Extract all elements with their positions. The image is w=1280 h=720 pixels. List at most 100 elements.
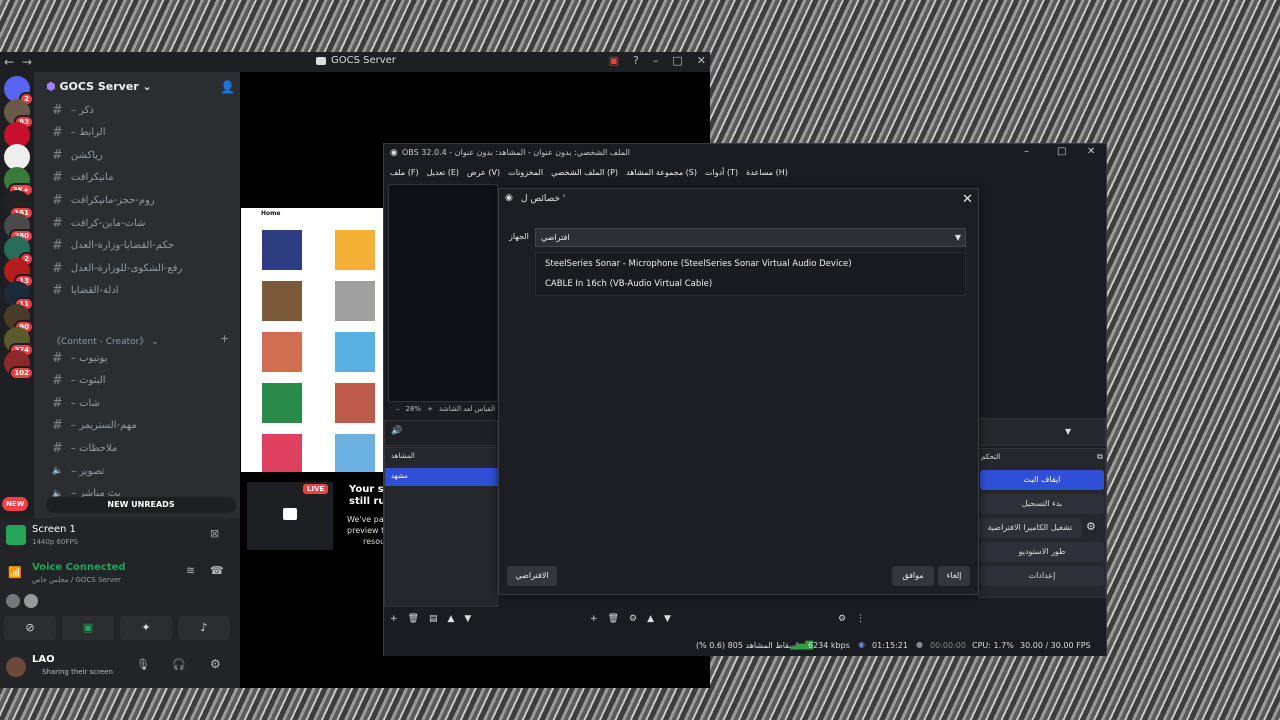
zoom-bar: – 28% + القياس لعد الشاشة — [388, 402, 498, 416]
delete-source-icon[interactable]: 🗑 — [608, 614, 619, 630]
close-icon[interactable]: ✕ — [1087, 146, 1095, 157]
ok-button[interactable]: موافق — [892, 566, 934, 586]
filter-icon[interactable]: ▤ — [429, 614, 438, 630]
minimize-icon[interactable]: – — [1024, 146, 1029, 157]
screen-share-thumb-icon — [6, 525, 26, 545]
channel-label: رفع-الشكوى-للوزارة-العدل — [70, 262, 183, 274]
participant-avatar[interactable] — [24, 594, 38, 608]
disconnect-icon[interactable]: ☎ — [210, 564, 224, 577]
move-down-icon[interactable]: ▼ — [664, 614, 671, 630]
move-up-icon[interactable]: ▲ — [448, 614, 455, 630]
forward-arrow-icon[interactable]: → — [18, 55, 36, 69]
zoom-out-icon[interactable]: – — [396, 405, 400, 413]
stop-share-icon[interactable]: ⊠ — [210, 527, 219, 540]
menu-item[interactable]: عرض (V) — [467, 168, 500, 177]
channel-item[interactable]: # – يوتيوب — [52, 348, 232, 368]
add-scene-icon[interactable]: + — [390, 614, 398, 630]
channel-label: ادلة-القضايا — [70, 285, 119, 297]
add-user-icon[interactable]: 👤 — [220, 80, 235, 94]
add-source-icon[interactable]: + — [590, 614, 598, 630]
control-button[interactable]: ايقاف البث — [980, 470, 1104, 490]
channel-item[interactable]: # – ملاحظات — [52, 438, 232, 458]
maximize-icon[interactable]: □ — [1057, 146, 1066, 157]
guild-icon[interactable]: 83 — [4, 98, 34, 129]
channel-item[interactable]: # – البثوث — [52, 371, 232, 391]
virtual-camera-settings-icon[interactable]: ⚙ — [1086, 520, 1096, 533]
mixer-settings-icon[interactable]: ⚙ — [838, 614, 846, 630]
server-name-header[interactable]: ⬢ GOCS Server ⌄ — [46, 80, 152, 93]
back-arrow-icon[interactable]: ← — [0, 55, 18, 69]
channel-item[interactable]: # رياكشن — [52, 145, 232, 165]
soundboard-icon[interactable]: ♪ — [178, 616, 230, 640]
channel-item[interactable]: # – مهم-الستريمر — [52, 416, 232, 436]
more-icon[interactable]: ⋮ — [856, 614, 865, 630]
control-button[interactable]: تشغيل الكاميرا الافتراضية — [978, 518, 1082, 538]
guild-icon[interactable]: 102 — [4, 349, 34, 380]
user-name[interactable]: LAO — [32, 654, 55, 665]
help-icon[interactable]: ? — [633, 54, 639, 67]
control-button[interactable]: إعدادات — [980, 566, 1104, 586]
microphone-icon[interactable]: 🎙 — [136, 658, 150, 671]
menu-item[interactable]: الملف الشخصي (P) — [551, 168, 618, 177]
camera-off-icon[interactable]: ⊘ — [4, 616, 56, 640]
guild-icon[interactable]: 374 — [4, 326, 34, 357]
control-button[interactable]: بدء التسجيل — [980, 494, 1104, 514]
dock-icon[interactable]: ⧉ — [1097, 452, 1103, 462]
device-option[interactable]: CABLE In 16ch (VB-Audio Virtual Cable) — [545, 279, 712, 289]
device-select[interactable]: افتراضي ▼ — [535, 228, 966, 247]
channel-item[interactable]: # – ذكر — [52, 100, 232, 120]
cancel-button[interactable]: إلغاء — [938, 566, 970, 586]
hash-icon: # — [52, 102, 63, 118]
channel-item[interactable]: 🔈 – تصوير — [52, 461, 232, 481]
zoom-in-icon[interactable]: + — [427, 405, 433, 413]
channel-item[interactable]: # رفع-الشكوى-للوزارة-العدل — [52, 258, 232, 278]
add-channel-icon[interactable]: + — [220, 332, 229, 345]
channel-item[interactable]: # ادلة-القضايا — [52, 281, 232, 301]
scene-item[interactable]: مشهد — [385, 468, 499, 486]
voice-status[interactable]: Voice Connected — [32, 562, 126, 573]
move-up-icon[interactable]: ▲ — [647, 614, 654, 630]
new-unreads-bar[interactable]: NEW UNREADS — [46, 497, 236, 513]
transition-select[interactable]: ▼ — [978, 418, 1106, 446]
bitrate: 6234 kbps — [808, 641, 850, 650]
menu-item[interactable]: المخزونات — [508, 168, 543, 177]
channel-item[interactable]: # مانيكرافت — [52, 168, 232, 188]
control-button[interactable]: طور الاستوديو — [980, 542, 1104, 562]
screen-share-icon[interactable]: ▣ — [609, 54, 619, 67]
settings-gear-icon[interactable]: ⚙ — [210, 657, 221, 671]
channel-item[interactable]: # شات-ماين-كرافت — [52, 213, 232, 233]
screen-preview[interactable]: Home — [241, 208, 383, 472]
scale-label: القياس لعد الشاشة — [438, 405, 496, 413]
preview-thumbnail — [262, 332, 302, 372]
channel-label: – تصوير — [71, 465, 105, 477]
menu-item[interactable]: مساعدة (H) — [746, 168, 788, 177]
defaults-button[interactable]: الافتراضي — [507, 566, 557, 586]
channel-item[interactable]: # – شات — [52, 393, 232, 413]
channel-item[interactable]: # – الرابط — [52, 123, 232, 143]
channel-item[interactable]: # حكم-القضايا-وزارة-العدل — [52, 236, 232, 256]
channel-item[interactable]: # روم-حجز-مانيكرافت — [52, 190, 232, 210]
category-label[interactable]: 《Content - Creator》 ⌄ — [52, 334, 159, 347]
user-avatar[interactable] — [6, 657, 26, 677]
menu-item[interactable]: ملف (F) — [390, 168, 419, 177]
close-icon[interactable]: ✕ — [697, 54, 706, 67]
move-down-icon[interactable]: ▼ — [464, 614, 471, 630]
minimize-icon[interactable]: – — [653, 54, 659, 67]
obs-preview[interactable] — [388, 184, 498, 402]
menu-item[interactable]: تعديل (E) — [427, 168, 459, 177]
close-icon[interactable]: ✕ — [962, 192, 973, 207]
menu-item[interactable]: مجموعة المشاهد (S) — [626, 168, 697, 177]
noise-suppression-icon[interactable]: ≋ — [186, 564, 195, 577]
maximize-icon[interactable]: □ — [672, 54, 682, 67]
menu-item[interactable]: أدوات (T) — [705, 168, 738, 177]
headphones-icon[interactable]: 🎧 — [172, 658, 186, 671]
activities-icon[interactable]: ✦ — [120, 616, 172, 640]
new-pill[interactable]: NEW — [2, 497, 29, 511]
guild-icon[interactable]: 280 — [4, 212, 34, 243]
participant-avatar[interactable] — [6, 594, 20, 608]
screen-share-toggle-icon[interactable]: ▣ — [62, 616, 114, 640]
source-settings-icon[interactable]: ⚙ — [629, 614, 637, 630]
device-option[interactable]: SteelSeries Sonar - Microphone (SteelSer… — [545, 259, 852, 269]
delete-scene-icon[interactable]: 🗑 — [408, 614, 419, 630]
speaker-icon[interactable]: 🔊 — [391, 426, 402, 436]
